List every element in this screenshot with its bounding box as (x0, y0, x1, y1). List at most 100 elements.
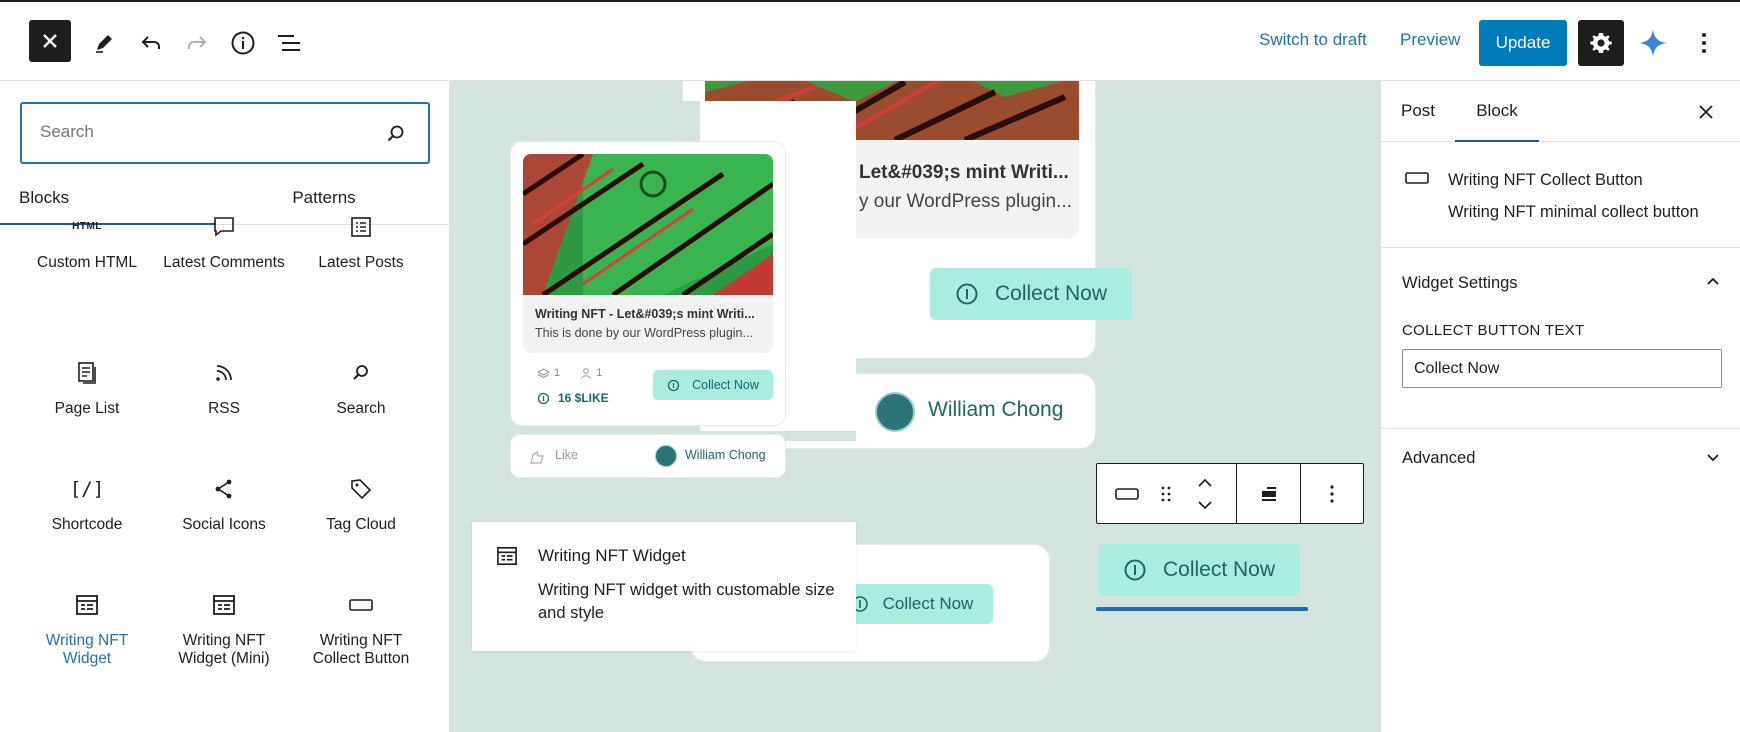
more-vertical-icon[interactable] (1329, 484, 1335, 504)
selected-collect-now-button[interactable]: Collect Now (1098, 544, 1300, 596)
nft-mini-widget-card[interactable]: Writing NFT - Let&#039;s mint Writi... T… (510, 141, 786, 426)
collect-button-text-label: COLLECT BUTTON TEXT (1402, 322, 1585, 339)
collect-now-button[interactable]: Collect Now (930, 268, 1132, 320)
move-down-icon[interactable] (1197, 500, 1213, 510)
settings-button[interactable] (1578, 20, 1624, 66)
inserter-search-box[interactable] (20, 102, 430, 164)
search-icon[interactable] (384, 122, 408, 146)
redo-icon (188, 36, 207, 49)
html-icon: HTML (72, 221, 102, 232)
widget-icon (213, 595, 235, 615)
collect-now-label: Collect Now (1162, 558, 1276, 581)
block-toolbar-group (1097, 464, 1237, 523)
block-custom-html[interactable]: HTML Custom HTML (22, 212, 152, 272)
options-menu-button[interactable] (1686, 20, 1722, 66)
collect-now-label: Collect Now (692, 378, 759, 392)
block-latest-posts[interactable]: Latest Posts (296, 212, 426, 272)
info-icon (537, 392, 550, 404)
block-label: RSS (208, 400, 240, 417)
layers-icon (537, 367, 550, 378)
widget-settings-toggle[interactable]: Widget Settings (1402, 274, 1722, 293)
update-button[interactable]: Update (1479, 20, 1567, 66)
redo-button[interactable] (179, 25, 215, 61)
block-toolbar (1096, 463, 1364, 524)
block-page-list[interactable]: Page List (22, 358, 152, 418)
ai-assistant-button[interactable] (1632, 20, 1674, 66)
tab-post[interactable]: Post (1401, 81, 1435, 142)
undo-button[interactable] (133, 25, 169, 61)
nft-stats-row: 1 1 (537, 367, 602, 379)
tag-icon (351, 479, 372, 500)
close-icon (43, 34, 57, 48)
list-view-icon (278, 35, 300, 51)
undo-icon (141, 36, 160, 49)
block-tag-cloud[interactable]: Tag Cloud (296, 474, 426, 534)
nft-description: y our WordPress plugin... (859, 191, 1072, 212)
block-description: Writing NFT minimal collect button (1448, 203, 1699, 221)
comment-icon (214, 217, 234, 237)
close-icon[interactable] (1698, 104, 1714, 120)
layers-count: 1 (554, 367, 561, 379)
pencil-icon (96, 35, 112, 53)
block-rss[interactable]: RSS (159, 358, 289, 418)
block-shortcode[interactable]: [/] Shortcode (22, 474, 152, 534)
switch-to-draft-link[interactable]: Switch to draft (1259, 30, 1367, 50)
pages-icon (78, 362, 96, 384)
tools-button[interactable] (86, 25, 122, 61)
block-preview-popover: Writing NFT Widget Writing NFT widget wi… (472, 522, 856, 651)
tab-block[interactable]: Block (1455, 81, 1539, 142)
like-label[interactable]: Like (555, 448, 578, 462)
nft-price: 16 $LIKE (537, 391, 609, 405)
collect-button-text-input[interactable]: Collect Now (1402, 349, 1722, 388)
button-icon[interactable] (1115, 487, 1139, 501)
share-icon (215, 479, 232, 499)
block-name: Writing NFT Collect Button (1448, 171, 1643, 189)
like-icon[interactable] (529, 449, 545, 465)
editor-canvas: Let&#039;s mint Writi... y our WordPress… (450, 81, 1380, 732)
collect-now-button[interactable]: Collect Now (653, 370, 773, 400)
block-latest-comments[interactable]: Latest Comments (159, 212, 289, 272)
gear-icon (1590, 33, 1612, 53)
author-name: William Chong (928, 398, 1064, 421)
shortcode-icon: [/] (69, 478, 105, 500)
editor-top-toolbar: Switch to draft Preview Update (0, 0, 1740, 81)
preview-link[interactable]: Preview (1400, 30, 1460, 50)
details-button[interactable] (225, 25, 261, 61)
block-search-input[interactable] (40, 122, 360, 142)
close-inserter-button[interactable] (29, 20, 71, 62)
block-writing-nft-collect-button[interactable]: Writing NFT Collect Button (296, 590, 426, 668)
preview-title: Writing NFT Widget (538, 546, 686, 565)
block-label: Shortcode (51, 516, 123, 533)
drag-handle-icon[interactable] (1160, 485, 1172, 503)
block-search[interactable]: Search (296, 358, 426, 418)
advanced-toggle[interactable]: Advanced (1402, 449, 1722, 468)
more-vertical-icon (1702, 33, 1706, 53)
block-label: Writing NFT Collect Button (312, 632, 410, 667)
align-button[interactable] (1237, 464, 1301, 523)
post-list-icon (351, 217, 371, 237)
block-label: Page List (54, 400, 120, 417)
block-inserter-panel: Blocks Patterns HTML Custom HTML Latest … (0, 81, 450, 732)
chevron-down-icon[interactable] (1706, 453, 1720, 463)
move-up-icon[interactable] (1197, 478, 1213, 488)
rss-icon (216, 365, 232, 381)
owners-count: 1 (596, 367, 603, 379)
search-icon (353, 365, 368, 380)
nft-mini-title: Writing NFT - Let&#039;s mint Writi... (535, 307, 755, 321)
chevron-up-icon[interactable] (1706, 276, 1720, 286)
nft-title: Let&#039;s mint Writi... (859, 162, 1069, 183)
block-label: Search (336, 400, 386, 417)
author-avatar (655, 445, 677, 467)
block-label: Latest Comments (163, 254, 285, 271)
block-social-icons[interactable]: Social Icons (159, 474, 289, 534)
sparkle-icon (1639, 29, 1667, 57)
list-view-button[interactable] (271, 25, 307, 61)
widget-icon (76, 595, 98, 615)
block-card: Writing NFT Collect Button Writing NFT m… (1381, 142, 1740, 248)
author-avatar (875, 392, 915, 432)
block-writing-nft-widget-mini[interactable]: Writing NFT Widget (Mini) (159, 590, 289, 668)
info-icon (1124, 559, 1146, 581)
collect-now-label: Collect Now (994, 282, 1108, 305)
block-writing-nft-widget[interactable]: Writing NFT Widget (22, 590, 152, 668)
nft-mini-info-panel: Writing NFT - Let&#039;s mint Writi... T… (523, 295, 773, 353)
